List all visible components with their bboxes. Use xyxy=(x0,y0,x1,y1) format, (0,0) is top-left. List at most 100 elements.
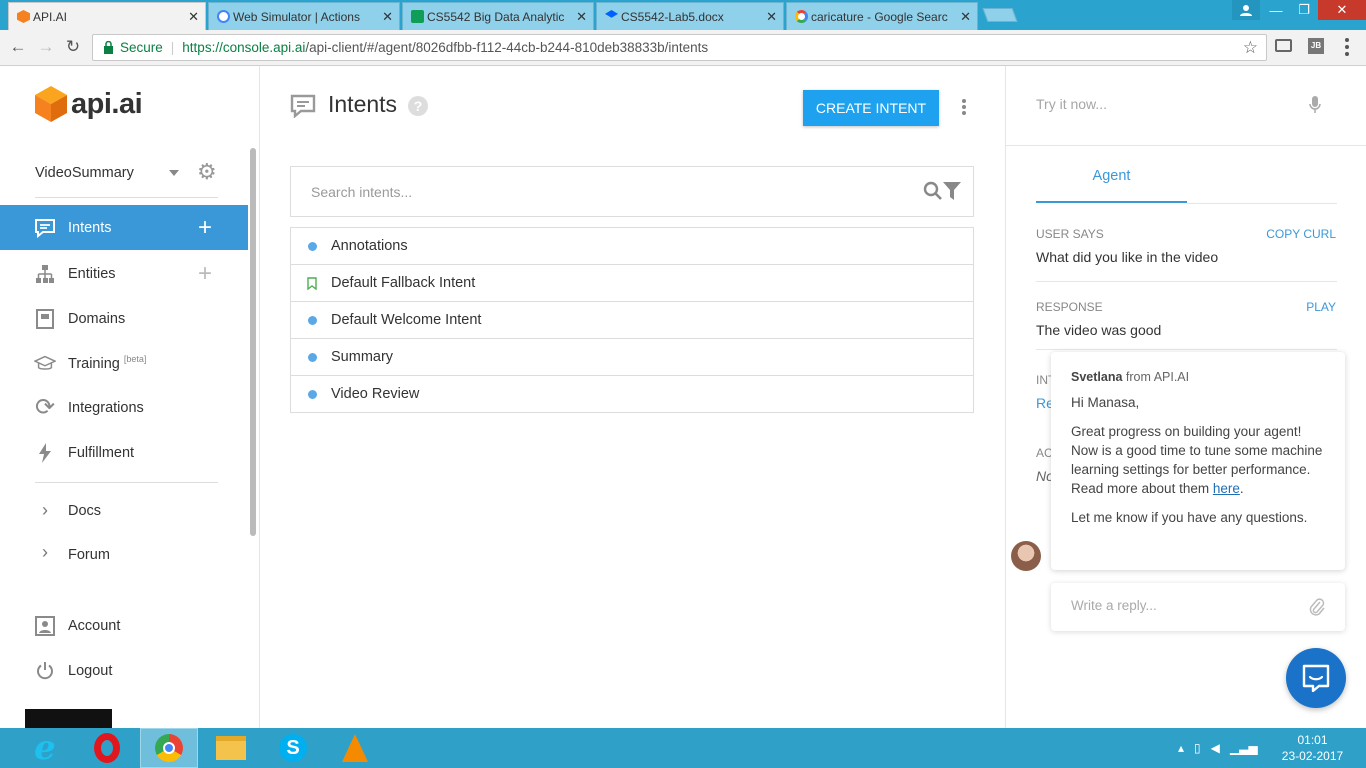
extension-jb-icon[interactable]: JB xyxy=(1308,38,1324,54)
chrome-menu-icon[interactable] xyxy=(1344,37,1350,57)
network-icon[interactable]: ▯ xyxy=(1194,741,1201,755)
create-intent-button[interactable]: CREATE INTENT xyxy=(803,90,939,126)
microphone-icon[interactable] xyxy=(1309,96,1321,114)
copy-curl-link[interactable]: COPY CURL xyxy=(1266,227,1336,241)
add-intent-icon[interactable]: + xyxy=(198,215,212,239)
tab-close-icon[interactable]: ✕ xyxy=(188,9,199,25)
intent-dot-icon xyxy=(308,389,317,399)
forward-button[interactable]: → xyxy=(36,37,56,57)
user-profile-icon[interactable] xyxy=(1232,0,1260,20)
tab-agent[interactable]: Agent xyxy=(1036,166,1187,203)
intent-name[interactable]: Annotations xyxy=(331,238,408,254)
reply-input[interactable] xyxy=(1071,598,1301,613)
chat-here-link[interactable]: here xyxy=(1213,481,1240,496)
search-icon[interactable] xyxy=(923,181,943,201)
help-icon[interactable]: ? xyxy=(408,96,428,116)
sidebar-item-forum[interactable]: › Forum xyxy=(0,532,248,563)
intent-row[interactable]: Default Welcome Intent xyxy=(291,302,973,339)
system-clock[interactable]: 01:01 23-02-2017 xyxy=(1280,732,1345,764)
dropbox-icon xyxy=(605,10,618,18)
skype-icon[interactable]: S xyxy=(264,728,322,768)
tab-lab5-docx[interactable]: CS5542-Lab5.docx ✕ xyxy=(596,2,784,30)
tab-api-ai[interactable]: API.AI ✕ xyxy=(8,2,206,30)
sidebar-item-integrations[interactable]: ⟳ Integrations xyxy=(0,385,248,430)
gear-icon[interactable]: ⚙ xyxy=(197,159,217,185)
filter-icon[interactable] xyxy=(943,182,961,200)
chat-bubble-icon xyxy=(34,217,56,239)
chevron-right-icon: › xyxy=(42,500,48,520)
internet-explorer-icon[interactable]: e xyxy=(16,728,74,768)
response-value: The video was good xyxy=(1036,322,1162,338)
browser-tab-strip: API.AI ✕ Web Simulator | Actions ✕ CS554… xyxy=(0,0,1366,30)
try-it-input[interactable] xyxy=(1036,96,1296,112)
paperclip-icon[interactable] xyxy=(1309,597,1325,617)
tab-title: CS5542-Lab5.docx xyxy=(621,9,724,24)
hierarchy-icon xyxy=(34,263,56,285)
chrome-icon[interactable] xyxy=(140,728,198,768)
restore-button[interactable]: ❐ xyxy=(1290,0,1318,20)
tab-close-icon[interactable]: ✕ xyxy=(766,9,777,25)
sync-icon: ⟳ xyxy=(34,394,56,421)
new-tab-button[interactable] xyxy=(982,8,1018,22)
sidebar-item-account[interactable]: Account xyxy=(0,603,248,648)
api-ai-logo[interactable]: api.ai xyxy=(35,86,143,122)
sidebar-item-entities[interactable]: Entities + xyxy=(0,251,248,296)
file-explorer-icon[interactable] xyxy=(202,728,260,768)
sidebar-item-docs[interactable]: › Docs xyxy=(0,488,248,533)
response-label: RESPONSE xyxy=(1036,300,1103,314)
tab-web-simulator[interactable]: Web Simulator | Actions ✕ xyxy=(208,2,400,30)
tab-google-search[interactable]: caricature - Google Searc ✕ xyxy=(786,2,978,30)
intent-name[interactable]: Default Welcome Intent xyxy=(331,312,481,328)
more-options-icon[interactable] xyxy=(958,97,970,117)
sidebar-item-label: Intents xyxy=(68,219,112,236)
chat-from-org: from API.AI xyxy=(1125,370,1190,384)
intent-row[interactable]: Default Fallback Intent xyxy=(291,265,973,302)
url-field[interactable]: Secure | https://console.api.ai/api-clie… xyxy=(92,34,1267,61)
volume-icon[interactable]: ◀ xyxy=(1211,741,1220,755)
sidebar-item-logout[interactable]: Logout xyxy=(0,648,248,693)
chat-reply-box xyxy=(1051,583,1345,631)
bookmark-star-icon[interactable]: ☆ xyxy=(1243,38,1258,58)
main-content: Intents ? CREATE INTENT Annotations Defa… xyxy=(260,66,1005,728)
globe-icon xyxy=(217,10,230,23)
tab-underline xyxy=(1187,203,1337,204)
back-button[interactable]: ← xyxy=(8,37,28,57)
page-title: Intents xyxy=(328,91,398,117)
show-hidden-icons-icon[interactable]: ▴ xyxy=(1178,741,1184,755)
chat-body: Great progress on building your agent! N… xyxy=(1071,422,1325,498)
minimize-button[interactable]: — xyxy=(1262,0,1290,20)
tab-close-icon[interactable]: ✕ xyxy=(576,9,587,25)
sidebar-item-domains[interactable]: Domains xyxy=(0,296,248,341)
search-input[interactable] xyxy=(311,181,891,203)
opera-icon[interactable] xyxy=(78,728,136,768)
intent-row[interactable]: Video Review xyxy=(291,376,973,413)
reload-button[interactable]: ↻ xyxy=(63,37,83,57)
sidebar-item-fulfillment[interactable]: Fulfillment xyxy=(0,430,248,475)
play-link[interactable]: PLAY xyxy=(1306,300,1336,314)
graduation-cap-icon xyxy=(34,352,56,374)
messenger-launcher-button[interactable] xyxy=(1286,648,1346,708)
intent-row[interactable]: Annotations xyxy=(291,228,973,265)
divider xyxy=(35,197,218,198)
cast-icon[interactable] xyxy=(1275,39,1292,52)
sidebar-item-intents[interactable]: Intents + xyxy=(0,205,248,250)
caret-down-icon[interactable] xyxy=(169,170,179,176)
user-says-value: What did you like in the video xyxy=(1036,249,1219,265)
sidebar-item-training[interactable]: Training [beta] xyxy=(0,340,248,385)
try-it-bar xyxy=(1006,66,1366,146)
close-window-button[interactable]: ✕ xyxy=(1318,0,1366,20)
tab-big-data-sheet[interactable]: CS5542 Big Data Analytic ✕ xyxy=(402,2,594,30)
intent-name[interactable]: Summary xyxy=(331,349,393,365)
add-entity-icon[interactable]: + xyxy=(198,261,212,285)
signal-icon[interactable]: ▁▃▅ xyxy=(1230,741,1258,755)
tab-close-icon[interactable]: ✕ xyxy=(960,9,971,25)
intent-row[interactable]: Summary xyxy=(291,339,973,376)
vlc-icon[interactable] xyxy=(326,728,384,768)
intent-name[interactable]: Default Fallback Intent xyxy=(331,275,475,291)
tab-close-icon[interactable]: ✕ xyxy=(382,9,393,25)
account-icon xyxy=(34,615,56,637)
intent-name[interactable]: Video Review xyxy=(331,386,419,402)
agent-selector[interactable]: VideoSummary ⚙ xyxy=(35,158,220,188)
windows-taskbar: e S ▴ ▯ ◀ ▁▃▅ 01:01 23-02-2017 xyxy=(0,728,1366,768)
sidebar-scrollbar[interactable] xyxy=(250,148,256,536)
